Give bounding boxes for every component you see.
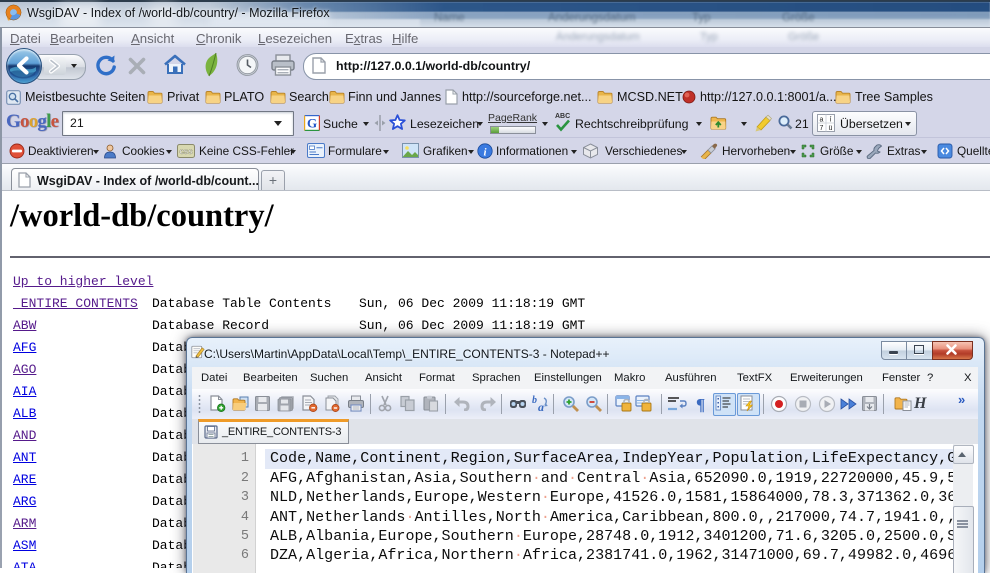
svg-text:G: G [307,116,317,131]
svg-text:b: b [532,395,537,406]
svg-text:¶: ¶ [696,395,705,413]
svg-text:í: í [830,117,832,124]
svg-text:a: a [538,400,544,413]
svg-text:a: a [820,117,824,124]
svg-text:css: css [179,147,193,156]
svg-text:ü: ü [829,125,833,132]
svg-text:7: 7 [820,125,824,132]
